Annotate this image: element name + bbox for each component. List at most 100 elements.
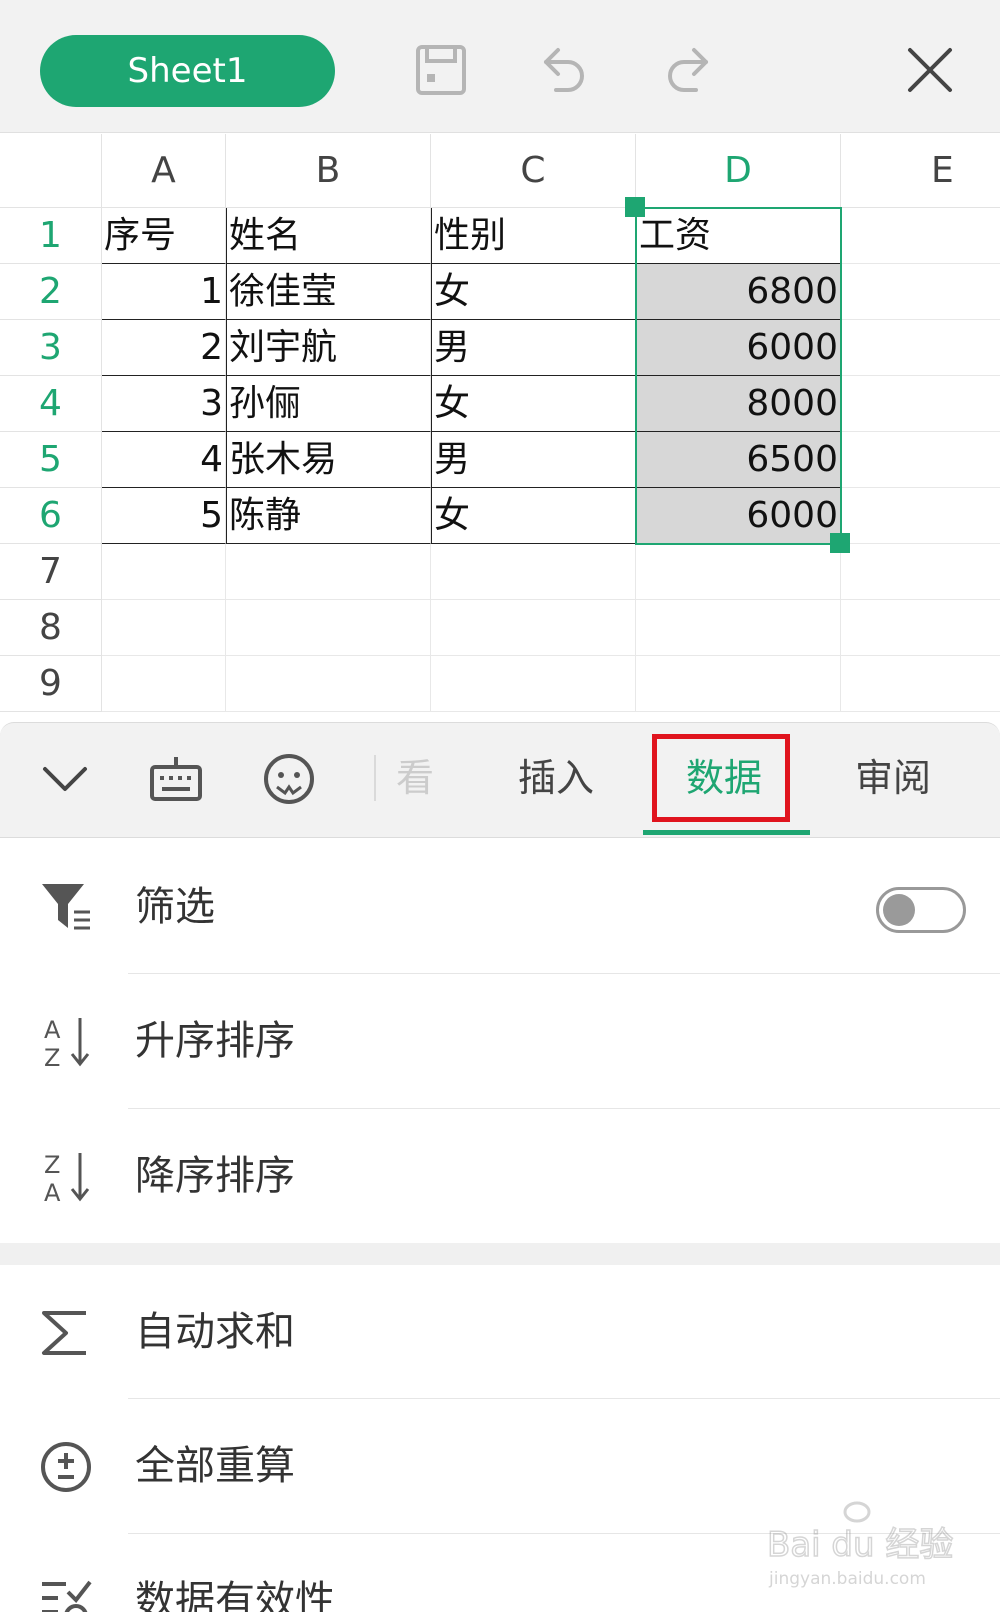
- selection-end-handle[interactable]: [830, 533, 850, 553]
- recalculate-icon: [38, 1439, 94, 1495]
- sheet-tab-button[interactable]: Sheet1: [40, 35, 335, 107]
- cell-a7[interactable]: [102, 544, 226, 600]
- cell-a3[interactable]: 2: [102, 320, 226, 376]
- menu-item-sort-ascending[interactable]: AZ 升序排序: [0, 974, 1000, 1108]
- menu-item-label: 筛选: [135, 884, 215, 930]
- cell-d7[interactable]: [636, 544, 841, 600]
- cell-e2[interactable]: [841, 264, 1000, 320]
- cell-d2[interactable]: 6800: [636, 264, 841, 320]
- cell-c7[interactable]: [431, 544, 636, 600]
- sigma-icon: [38, 1305, 94, 1361]
- toggle-knob: [883, 894, 915, 926]
- cell-b7[interactable]: [226, 544, 431, 600]
- menu-item-label: 数据有效性: [135, 1578, 335, 1612]
- tab-insert[interactable]: 插入: [518, 753, 594, 803]
- column-header-b[interactable]: B: [226, 134, 431, 208]
- row-header-1[interactable]: 1: [0, 208, 102, 264]
- menu-item-label: 自动求和: [135, 1309, 295, 1355]
- cell-e1[interactable]: [841, 208, 1000, 264]
- row-header-7[interactable]: 7: [0, 544, 102, 600]
- cell-a1[interactable]: 序号: [102, 208, 226, 264]
- cell-c8[interactable]: [431, 600, 636, 656]
- tab-view[interactable]: 看: [396, 753, 434, 803]
- cell-b5[interactable]: 张木易: [226, 432, 431, 488]
- filter-icon: [38, 880, 94, 936]
- sort-descending-icon: ZA: [38, 1149, 94, 1207]
- cell-d1[interactable]: 工资: [636, 208, 841, 264]
- cell-d6[interactable]: 6000: [636, 488, 841, 544]
- column-header-c[interactable]: C: [431, 134, 636, 208]
- filter-toggle[interactable]: [876, 887, 966, 933]
- menu-item-label: 全部重算: [135, 1443, 295, 1489]
- cell-a6[interactable]: 5: [102, 488, 226, 544]
- cell-a4[interactable]: 3: [102, 376, 226, 432]
- save-icon[interactable]: [413, 42, 469, 98]
- cell-c3[interactable]: 男: [431, 320, 636, 376]
- cell-a9[interactable]: [102, 656, 226, 712]
- menu-item-sort-descending[interactable]: ZA 降序排序: [0, 1109, 1000, 1243]
- cell-e4[interactable]: [841, 376, 1000, 432]
- row-header-6[interactable]: 6: [0, 488, 102, 544]
- row-header-9[interactable]: 9: [0, 656, 102, 712]
- cell-e8[interactable]: [841, 600, 1000, 656]
- cell-d3[interactable]: 6000: [636, 320, 841, 376]
- cell-a2[interactable]: 1: [102, 264, 226, 320]
- cell-d8[interactable]: [636, 600, 841, 656]
- row-header-2[interactable]: 2: [0, 264, 102, 320]
- ribbon-tab-bar: 看 插入 数据 审阅: [0, 722, 1000, 838]
- menu-item-filter[interactable]: 筛选: [0, 840, 1000, 974]
- cell-c6[interactable]: 女: [431, 488, 636, 544]
- grid-corner[interactable]: [0, 134, 102, 208]
- menu-group-gap: [0, 1243, 1000, 1265]
- spreadsheet-grid[interactable]: A B C D E 1 2 3 4 5 6 7 8 9 序号 姓名 性别 工资 …: [0, 134, 1000, 722]
- row-header-5[interactable]: 5: [0, 432, 102, 488]
- cell-c2[interactable]: 女: [431, 264, 636, 320]
- menu-item-autosum[interactable]: 自动求和: [0, 1265, 1000, 1399]
- cell-c4[interactable]: 女: [431, 376, 636, 432]
- cell-a8[interactable]: [102, 600, 226, 656]
- undo-icon[interactable]: [536, 42, 592, 98]
- cell-a5[interactable]: 4: [102, 432, 226, 488]
- cell-c9[interactable]: [431, 656, 636, 712]
- svg-text:Z: Z: [44, 1044, 60, 1070]
- cell-b6[interactable]: 陈静: [226, 488, 431, 544]
- row-header-8[interactable]: 8: [0, 600, 102, 656]
- redo-icon[interactable]: [660, 42, 716, 98]
- tab-separator: [374, 755, 376, 801]
- svg-text:A: A: [44, 1179, 61, 1205]
- cell-c1[interactable]: 性别: [431, 208, 636, 264]
- cell-e7[interactable]: [841, 544, 1000, 600]
- column-header-d[interactable]: D: [636, 134, 841, 208]
- cell-d4[interactable]: 8000: [636, 376, 841, 432]
- cell-d5[interactable]: 6500: [636, 432, 841, 488]
- baidu-jingyan-watermark: Bai du 经验 jingyan.baidu.com: [765, 1500, 965, 1590]
- row-header-3[interactable]: 3: [0, 320, 102, 376]
- emoji-face-icon[interactable]: [261, 751, 317, 807]
- cell-b1[interactable]: 姓名: [226, 208, 431, 264]
- column-header-e[interactable]: E: [841, 134, 1000, 208]
- svg-text:Bai du 经验: Bai du 经验: [767, 1525, 953, 1565]
- active-tab-indicator: [643, 830, 810, 835]
- sort-ascending-icon: AZ: [38, 1014, 94, 1072]
- cell-e9[interactable]: [841, 656, 1000, 712]
- close-icon[interactable]: [902, 42, 958, 98]
- cell-e6[interactable]: [841, 488, 1000, 544]
- cell-b4[interactable]: 孙俪: [226, 376, 431, 432]
- keyboard-icon[interactable]: [148, 751, 204, 807]
- row-header-4[interactable]: 4: [0, 376, 102, 432]
- column-header-a[interactable]: A: [102, 134, 226, 208]
- cell-e5[interactable]: [841, 432, 1000, 488]
- cell-d9[interactable]: [636, 656, 841, 712]
- tab-review[interactable]: 审阅: [855, 753, 931, 803]
- top-bar: Sheet1: [0, 0, 1000, 133]
- collapse-chevron-icon[interactable]: [37, 751, 93, 807]
- data-validation-icon: [38, 1574, 94, 1612]
- cell-e3[interactable]: [841, 320, 1000, 376]
- selection-start-handle[interactable]: [625, 197, 645, 217]
- cell-b9[interactable]: [226, 656, 431, 712]
- cell-b2[interactable]: 徐佳莹: [226, 264, 431, 320]
- cell-c5[interactable]: 男: [431, 432, 636, 488]
- cell-b8[interactable]: [226, 600, 431, 656]
- svg-text:A: A: [44, 1016, 61, 1044]
- cell-b3[interactable]: 刘宇航: [226, 320, 431, 376]
